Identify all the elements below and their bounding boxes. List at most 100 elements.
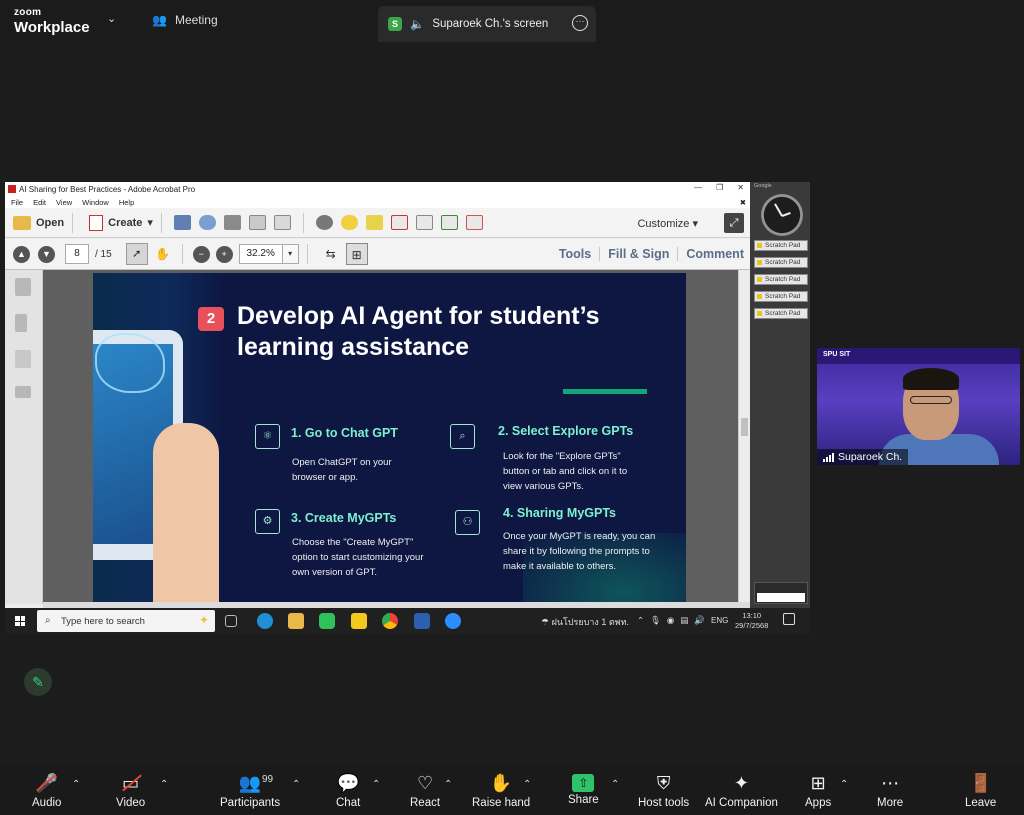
notification-icon[interactable] [783, 613, 795, 625]
restore-icon[interactable]: ❐ [716, 183, 723, 192]
video-button[interactable]: ▭ Video [116, 771, 145, 809]
gadget-input[interactable] [757, 593, 805, 602]
attachments-icon[interactable] [15, 350, 31, 368]
page-number-input[interactable]: 8 [65, 244, 89, 264]
delete-page-icon[interactable] [390, 215, 408, 230]
menu-edit[interactable]: Edit [33, 198, 46, 207]
scratch-pad[interactable]: Scratch Pad [754, 291, 808, 302]
scratch-pad[interactable]: Scratch Pad [754, 274, 808, 285]
create-button[interactable]: Create ▾ [89, 214, 153, 231]
save-icon[interactable] [173, 215, 191, 230]
zoom-out-icon[interactable]: − [192, 245, 210, 263]
menu-view[interactable]: View [56, 198, 72, 207]
apps-button[interactable]: ⊞ Apps [805, 771, 831, 809]
fit-width-icon[interactable]: ⊞ [345, 243, 368, 265]
ai-companion-button[interactable]: ✦ AI Companion [705, 771, 778, 809]
location-icon[interactable]: ◉ [667, 615, 674, 626]
zoom-level-input[interactable]: 32.2% [238, 244, 283, 264]
meeting-label: Meeting [174, 13, 218, 27]
open-button[interactable]: Open [13, 215, 64, 230]
scratch-pad[interactable]: Scratch Pad [754, 308, 808, 319]
react-button[interactable]: ♡ React [410, 771, 440, 809]
zoom-in-icon[interactable]: + [215, 245, 233, 263]
zoom-app-icon[interactable] [445, 613, 461, 629]
audio-options-chevron-icon[interactable]: ⌃ [72, 779, 80, 790]
print-icon[interactable] [223, 215, 241, 230]
highlight-icon[interactable] [365, 215, 383, 230]
customize-dropdown[interactable]: Customize ▾ [637, 217, 698, 230]
language-indicator[interactable]: ENG [711, 616, 728, 625]
taskbar-clock[interactable]: 13:10 29/7/2568 [735, 611, 768, 631]
file-explorer-icon[interactable] [288, 613, 304, 629]
scratch-pad[interactable]: Scratch Pad [754, 240, 808, 251]
menu-window[interactable]: Window [82, 198, 109, 207]
annotate-pencil-icon[interactable]: ✎ [24, 668, 52, 696]
sticky-notes-icon[interactable] [351, 613, 367, 629]
leave-button[interactable]: 🚪 Leave [965, 771, 996, 809]
hand-tool-icon[interactable]: ✋ [152, 243, 174, 265]
react-options-chevron-icon[interactable]: ⌃ [444, 779, 452, 790]
raise-hand-options-chevron-icon[interactable]: ⌃ [523, 779, 531, 790]
acrobat-menu-bar: File Edit View Window Help ✖ [5, 196, 750, 208]
apps-options-chevron-icon[interactable]: ⌃ [840, 779, 848, 790]
video-options-chevron-icon[interactable]: ⌃ [160, 779, 168, 790]
bookmarks-icon[interactable] [15, 314, 27, 332]
microphone-icon[interactable]: 🎙 [650, 615, 661, 626]
select-tool-icon[interactable]: ➚ [125, 243, 148, 265]
cloud-upload-icon[interactable] [198, 215, 216, 230]
task-view-icon[interactable] [225, 615, 237, 627]
chat-options-chevron-icon[interactable]: ⌃ [372, 779, 380, 790]
fill-sign-link[interactable]: Fill & Sign [599, 247, 669, 261]
chrome-icon[interactable] [382, 613, 398, 629]
word-document-icon[interactable] [414, 613, 430, 629]
insert-page-icon[interactable] [440, 215, 458, 230]
export-icon[interactable] [415, 215, 433, 230]
signatures-icon[interactable] [15, 386, 31, 398]
gear-icon[interactable] [315, 215, 333, 230]
menu-file[interactable]: File [11, 198, 23, 207]
shared-screen-tab[interactable]: S 🔈 Suparoek Ch.'s screen ··· [378, 6, 596, 42]
sign-icon[interactable] [465, 215, 483, 230]
participants-options-chevron-icon[interactable]: ⌃ [292, 779, 300, 790]
volume-icon[interactable]: 🔊 [694, 615, 705, 626]
windows-start-icon[interactable] [15, 616, 25, 626]
chat-button[interactable]: 💬 Chat [336, 771, 360, 809]
vertical-scrollbar[interactable] [738, 270, 750, 604]
email-icon[interactable] [273, 215, 291, 230]
share-button[interactable]: ⇧ Share [568, 771, 599, 806]
comment-link[interactable]: Comment [677, 247, 744, 261]
edit-document-icon[interactable] [248, 215, 266, 230]
raise-hand-button[interactable]: ✋ Raise hand [472, 771, 530, 809]
menu-help[interactable]: Help [119, 198, 134, 207]
taskbar-search-input[interactable]: ⌕ Type here to search ✦ [37, 610, 215, 632]
participant-video-tile[interactable]: SPU SIT Suparoek Ch. [817, 348, 1020, 465]
comment-icon[interactable] [340, 215, 358, 230]
zoom-dropdown-icon[interactable]: ▾ [282, 244, 299, 264]
line-app-icon[interactable] [319, 613, 335, 629]
close-icon[interactable]: ✕ [737, 183, 744, 192]
more-options-icon[interactable]: ··· [572, 15, 588, 31]
edge-icon[interactable] [257, 613, 273, 629]
shared-screen: AI Sharing for Best Practices - Adobe Ac… [5, 182, 810, 634]
next-page-icon[interactable]: ▼ [38, 245, 55, 263]
fit-page-icon[interactable]: ⇆ [320, 243, 342, 265]
minimize-icon[interactable]: — [694, 183, 702, 192]
host-tools-button[interactable]: ⛨ Host tools [638, 771, 689, 809]
chevron-up-icon[interactable]: ⌃ [637, 615, 644, 626]
acrobat-title-bar: AI Sharing for Best Practices - Adobe Ac… [5, 182, 750, 196]
more-button[interactable]: ⋯ More [877, 771, 903, 809]
tools-link[interactable]: Tools [559, 247, 591, 261]
scrollbar-thumb[interactable] [741, 418, 748, 436]
expand-icon[interactable]: ⤢ [724, 213, 744, 233]
previous-page-icon[interactable]: ▲ [13, 245, 30, 263]
network-icon[interactable]: ▤ [680, 615, 688, 626]
zoom-brand[interactable]: zoom Workplace [14, 8, 90, 36]
chevron-down-icon[interactable]: ⌄ [107, 12, 116, 25]
audio-button[interactable]: 🎤 Audio [32, 771, 61, 809]
scratch-pad[interactable]: Scratch Pad [754, 257, 808, 268]
close-document-icon[interactable]: ✖ [740, 198, 746, 207]
share-options-chevron-icon[interactable]: ⌃ [611, 779, 619, 790]
weather-widget[interactable]: ☂ ฝนโปรยบาง 1 ตพท. [541, 615, 629, 629]
page-thumbnails-icon[interactable] [15, 278, 31, 296]
meeting-tab[interactable]: 👥 Meeting [152, 13, 218, 27]
